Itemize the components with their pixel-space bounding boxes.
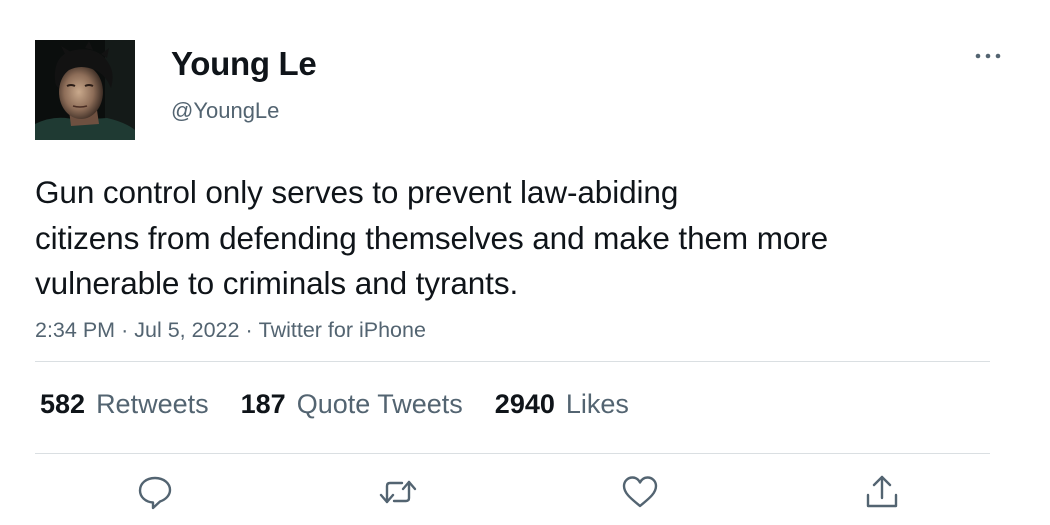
tweet-detail: Young Le @YoungLe Gun control only serve… [0,0,1050,525]
tweet-date[interactable]: Jul 5, 2022 [134,318,239,342]
like-button[interactable] [618,470,662,514]
divider [35,361,990,362]
tweet-time[interactable]: 2:34 PM [35,318,115,342]
author-display-name[interactable]: Young Le [171,44,317,84]
more-options-button[interactable] [968,44,1008,68]
likes-count: 2940 [494,389,555,419]
likes-label: Likes [565,389,629,419]
author-handle[interactable]: @YoungLe [171,96,279,126]
retweet-button[interactable] [376,470,420,514]
reply-icon [138,476,172,510]
retweet-icon [379,480,417,504]
meta-separator: · [245,318,253,342]
retweets-stat[interactable]: 582 Retweets [40,386,209,422]
tweet-source[interactable]: Twitter for iPhone [259,318,426,342]
like-icon [622,476,658,508]
tweet-text: Gun control only serves to prevent law-a… [35,170,995,307]
avatar[interactable] [35,40,135,140]
meta-separator: · [121,318,129,342]
share-icon [866,475,898,508]
tweet-text-line: citizens from defending themselves and m… [35,219,829,256]
divider [35,453,990,454]
tweet-text-line: vulnerable to criminals and tyrants. [35,265,519,301]
share-button[interactable] [860,470,904,514]
more-icon [975,53,1001,59]
tweet-text-line: Gun control only serves to prevent law-a… [35,174,679,210]
likes-stat[interactable]: 2940 Likes [495,386,629,422]
tweet-actions [0,470,1050,520]
tweet-stats: 582 Retweets 187 Quote Tweets 2940 Likes [40,386,661,422]
quote-tweets-count: 187 [240,389,286,419]
tweet-metadata: 2:34 PM · Jul 5, 2022 · Twitter for iPhone [35,315,426,345]
retweets-count: 582 [40,389,86,419]
avatar-photo [35,40,135,140]
quote-tweets-stat[interactable]: 187 Quote Tweets [241,386,463,422]
retweets-label: Retweets [96,389,209,419]
quote-tweets-label: Quote Tweets [296,389,463,419]
reply-button[interactable] [133,470,177,514]
